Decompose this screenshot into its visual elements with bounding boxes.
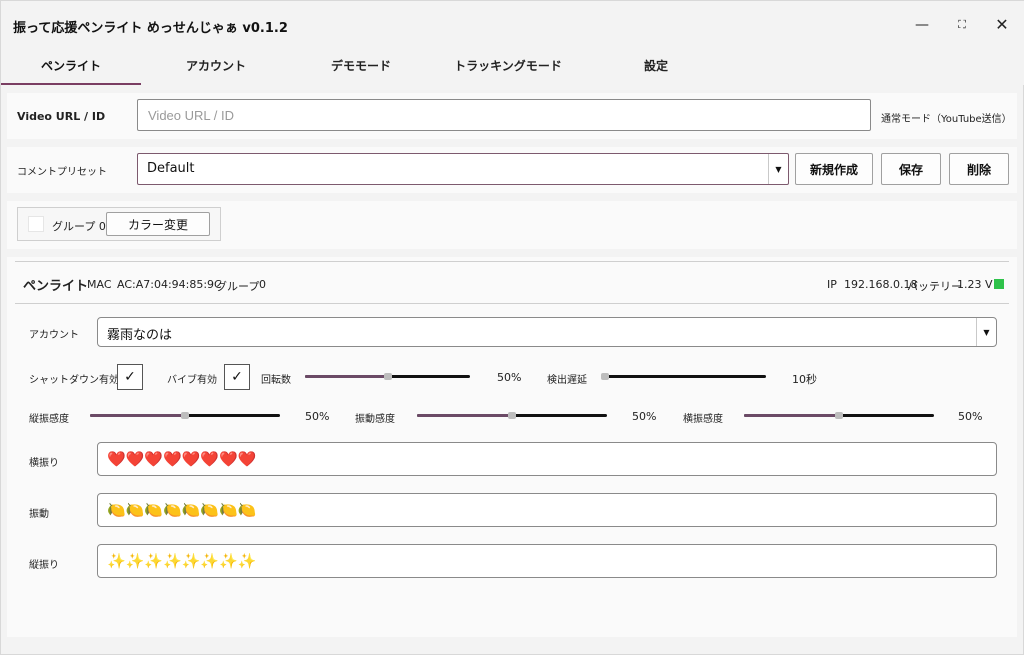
- vertical-sensitivity-slider[interactable]: [90, 408, 280, 422]
- battery-value: 1.23 V: [957, 278, 993, 291]
- mode-status-text: 通常モード（YouTube送信）: [881, 114, 1012, 125]
- group-id-value: 0: [259, 278, 266, 291]
- chevron-down-icon[interactable]: ▼: [768, 154, 788, 184]
- vibe-checkbox[interactable]: ✓: [224, 364, 250, 390]
- video-url-label: Video URL / ID: [17, 110, 106, 123]
- account-select[interactable]: 霧雨なのは ▼: [97, 317, 997, 347]
- shutdown-label: シャットダウン有効: [29, 375, 119, 386]
- vertical-shake-field[interactable]: ✨✨✨✨✨✨✨✨: [97, 544, 997, 578]
- title-bar: 振って応援ペンライト めっせんじゃぁ v0.1.2 — ⛶ ✕: [1, 1, 1024, 49]
- app-window: 振って応援ペンライト めっせんじゃぁ v0.1.2 — ⛶ ✕ ペンライト アカ…: [0, 0, 1024, 655]
- tab-bar: ペンライト アカウント デモモード トラッキングモード 設定: [1, 49, 1024, 85]
- vibration-sensitivity-label: 振動感度: [355, 414, 395, 425]
- delay-value: 10秒: [792, 373, 817, 386]
- group-color-swatch: [28, 216, 44, 232]
- vibration-label: 振動: [29, 509, 49, 520]
- change-color-button[interactable]: カラー変更: [106, 212, 210, 236]
- penlight-title: ペンライト: [23, 279, 89, 294]
- comment-preset-value: Default: [147, 161, 195, 176]
- horizontal-shake-field[interactable]: ❤️❤️❤️❤️❤️❤️❤️❤️: [97, 442, 997, 476]
- mac-value: AC:A7:04:94:85:9C: [117, 278, 222, 291]
- divider-header: [15, 303, 1009, 304]
- vertical-sensitivity-value: 50%: [305, 410, 330, 423]
- mac-label: MAC: [87, 278, 112, 291]
- delay-label: 検出遅延: [547, 375, 587, 386]
- new-preset-button[interactable]: 新規作成: [795, 153, 873, 185]
- penlight-panel: ペンライト MAC AC:A7:04:94:85:9C グループ 0 IP 19…: [7, 257, 1017, 637]
- group-panel: グループ 0 カラー変更: [7, 201, 1017, 249]
- comment-preset-panel: コメントプリセット Default ▼ 新規作成 保存 削除: [7, 147, 1017, 193]
- window-title: 振って応援ペンライト めっせんじゃぁ v0.1.2: [13, 21, 288, 36]
- rotation-label: 回転数: [261, 375, 291, 386]
- horizontal-sensitivity-slider[interactable]: [744, 408, 934, 422]
- tab-tracking-mode[interactable]: トラッキングモード: [438, 49, 578, 85]
- account-value: 霧雨なのは: [107, 328, 173, 343]
- save-preset-button[interactable]: 保存: [881, 153, 941, 185]
- close-icon[interactable]: ✕: [989, 13, 1015, 37]
- vibration-sensitivity-value: 50%: [632, 410, 657, 423]
- vibration-sensitivity-slider[interactable]: [417, 408, 607, 422]
- vibe-label: バイブ有効: [167, 375, 217, 386]
- shutdown-checkbox[interactable]: ✓: [117, 364, 143, 390]
- rotation-value: 50%: [497, 371, 522, 384]
- tab-demo-mode[interactable]: デモモード: [291, 49, 431, 85]
- horizontal-sensitivity-value: 50%: [958, 410, 983, 423]
- tab-settings[interactable]: 設定: [586, 49, 726, 85]
- battery-status-indicator: [994, 279, 1004, 289]
- chevron-down-icon[interactable]: ▼: [976, 318, 996, 346]
- group-box: グループ 0 カラー変更: [17, 207, 221, 241]
- battery-label: バッテリー: [907, 280, 962, 293]
- tab-penlight[interactable]: ペンライト: [1, 49, 141, 85]
- rotation-slider[interactable]: [305, 369, 470, 383]
- ip-label: IP: [827, 278, 837, 291]
- horizontal-sensitivity-label: 横振感度: [683, 414, 723, 425]
- account-label: アカウント: [29, 330, 79, 341]
- delay-slider[interactable]: [601, 369, 766, 383]
- vertical-shake-label: 縦振り: [29, 560, 59, 571]
- group-label: グループ 0: [52, 220, 106, 233]
- delete-preset-button[interactable]: 削除: [949, 153, 1009, 185]
- video-url-input[interactable]: [137, 99, 871, 131]
- video-panel: Video URL / ID 通常モード（YouTube送信）: [7, 93, 1017, 139]
- vertical-sensitivity-label: 縦振感度: [29, 414, 69, 425]
- tab-account[interactable]: アカウント: [146, 49, 286, 85]
- comment-preset-select[interactable]: Default ▼: [137, 153, 789, 185]
- divider-top: [15, 261, 1009, 262]
- comment-preset-label: コメントプリセット: [17, 167, 107, 178]
- vibration-field[interactable]: 🍋🍋🍋🍋🍋🍋🍋🍋: [97, 493, 997, 527]
- maximize-icon[interactable]: ⛶: [949, 13, 975, 37]
- minimize-icon[interactable]: —: [909, 13, 935, 37]
- group-id-label: グループ: [216, 280, 260, 293]
- horizontal-shake-label: 横振り: [29, 458, 59, 469]
